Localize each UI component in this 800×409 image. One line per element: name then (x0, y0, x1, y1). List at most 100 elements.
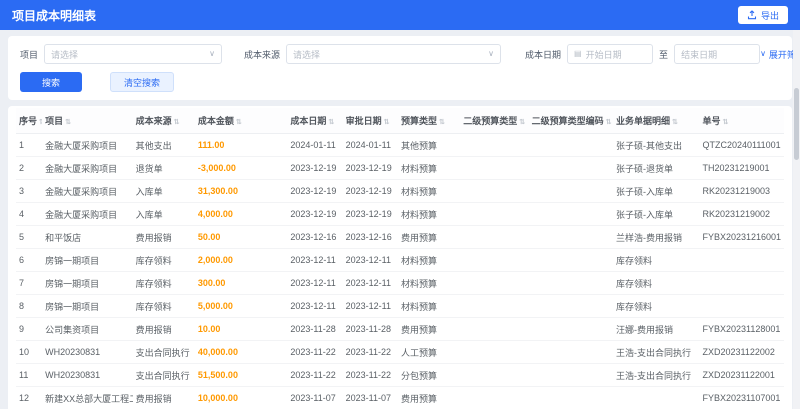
table-row[interactable]: 9 公司集资项目 费用报销 10.00 2023-11-28 2023-11-28 费用预算… (16, 317, 784, 341)
table-row[interactable]: 1 金融大厦采购项目 其他支出 111.00 2024-01-11 2024-01-11 其… (16, 133, 784, 157)
table-row[interactable]: 4 金融大厦采购项目 入库单 4,000.00 2023-12-19 2023-12-19… (16, 202, 784, 226)
cell-project: 房锦一期项目 (42, 248, 133, 272)
cell-cost-source: 退货单 (132, 156, 195, 180)
column-header-cost-source[interactable]: 成本来源 ⇅ (132, 108, 195, 134)
table-row[interactable]: 6 房锦一期项目 库存领料 2,000.00 2023-12-11 2023-12-11 材… (16, 248, 784, 272)
column-header-approval-date[interactable]: 审批日期 ⇅ (342, 108, 398, 134)
export-icon (747, 10, 757, 20)
cell-approval-date: 2023-11-28 (342, 317, 398, 341)
sort-icon[interactable]: ⇅ (439, 119, 445, 126)
cell-approval-date: 2024-01-11 (342, 133, 398, 157)
cell-project: WH20230831 (42, 340, 133, 364)
filter-panel: 项目 请选择 ∨ 成本来源 请选择 ∨ 成本日期 ▤ 开始日期 至 结束日期 ∨… (8, 36, 800, 100)
sort-icon[interactable]: ⇅ (65, 119, 71, 126)
cell-approval-date: 2023-11-07 (342, 386, 398, 409)
cell-doc-no (699, 248, 784, 272)
column-header-sub-budget-type[interactable]: 二级预算类型 ⇅ (460, 108, 529, 134)
column-label: 审批日期 (345, 116, 382, 126)
cell-cost-amount: 10.00 (194, 317, 288, 341)
export-button[interactable]: 导出 (737, 6, 788, 24)
column-header-index[interactable]: 序号⇅ (16, 108, 43, 134)
date-start-input[interactable]: ▤ 开始日期 (567, 44, 654, 64)
cell-business-doc: 张子硕-退货单 (613, 156, 700, 180)
column-header-budget-type[interactable]: 预算类型 ⇅ (397, 108, 461, 134)
column-header-business-doc[interactable]: 业务单据明细 ⇅ (613, 108, 700, 134)
cell-budget-type: 费用预算 (397, 386, 461, 409)
table-row[interactable]: 11 WH20230831 支出合同执行 51,500.00 2023-11-22 202… (16, 363, 784, 387)
cell-project: 和平饭店 (42, 225, 133, 249)
sort-icon[interactable]: ⇅ (384, 119, 390, 126)
sort-icon[interactable]: ⇅ (672, 119, 678, 126)
cost-source-select[interactable]: 请选择 ∨ (286, 44, 502, 64)
cell-cost-amount: -3,000.00 (194, 156, 288, 180)
column-label: 成本日期 (290, 116, 327, 126)
cell-business-doc: 张子硕-入库单 (613, 179, 700, 203)
date-end-input[interactable]: 结束日期 (674, 44, 761, 64)
cell-cost-date: 2023-11-22 (287, 363, 343, 387)
cell-business-doc: 库存领料 (613, 248, 700, 272)
cell-index: 4 (16, 202, 43, 226)
cell-budget-type: 材料预算 (397, 294, 461, 318)
cell-project: 金融大厦采购项目 (42, 156, 133, 180)
cell-sub-budget-type-code (528, 248, 614, 272)
table-row[interactable]: 7 房锦一期项目 库存领料 300.00 2023-12-11 2023-12-11 材料预… (16, 271, 784, 295)
cell-index: 1 (16, 133, 43, 157)
cell-approval-date: 2023-12-11 (342, 271, 398, 295)
cost-date-filter-label: 成本日期 (525, 49, 562, 60)
project-select[interactable]: 请选择 ∨ (44, 44, 223, 64)
cell-cost-date: 2023-11-07 (287, 386, 343, 409)
cell-sub-budget-type-code (528, 317, 614, 341)
sort-icon[interactable]: ⇅ (174, 119, 180, 126)
cell-sub-budget-type-code (528, 294, 614, 318)
cell-sub-budget-type (460, 179, 529, 203)
sort-icon[interactable]: ⇅ (39, 119, 42, 126)
cell-index: 5 (16, 225, 43, 249)
cell-business-doc (613, 386, 700, 409)
sort-icon[interactable]: ⇅ (519, 119, 525, 126)
column-header-doc-no[interactable]: 单号 ⇅ (699, 108, 784, 134)
table-row[interactable]: 2 金融大厦采购项目 退货单 -3,000.00 2023-12-19 2023-12-1… (16, 156, 784, 180)
table-row[interactable]: 3 金融大厦采购项目 入库单 31,300.00 2023-12-19 2023-12-1… (16, 179, 784, 203)
clear-search-button[interactable]: 清空搜索 (110, 72, 174, 92)
table-row[interactable]: 5 和平饭店 费用报销 50.00 2023-12-16 2023-12-16 费用预算 兰样… (16, 225, 784, 249)
calendar-icon: ▤ (574, 49, 582, 58)
cell-doc-no (699, 294, 784, 318)
cell-cost-amount: 2,000.00 (194, 248, 288, 272)
sort-icon[interactable]: ⇅ (328, 119, 334, 126)
cell-business-doc: 兰样浩-费用报销 (613, 225, 700, 249)
search-button[interactable]: 搜索 (20, 72, 82, 92)
vertical-scrollbar[interactable] (793, 30, 800, 409)
cell-doc-no: ZXD20231122002 (699, 340, 784, 364)
cell-approval-date: 2023-12-19 (342, 179, 398, 203)
cell-index: 2 (16, 156, 43, 180)
vertical-scrollbar-thumb[interactable] (794, 88, 799, 160)
column-header-sub-budget-type-code[interactable]: 二级预算类型编码 ⇅ (528, 108, 614, 134)
cell-cost-date: 2023-11-28 (287, 317, 343, 341)
cell-cost-date: 2023-12-11 (287, 248, 343, 272)
column-header-project[interactable]: 项目 ⇅ (42, 108, 133, 134)
sort-icon[interactable]: ⇅ (606, 119, 612, 126)
cell-cost-source: 库存领料 (132, 248, 195, 272)
cell-approval-date: 2023-12-16 (342, 225, 398, 249)
date-start-placeholder: 开始日期 (585, 49, 622, 60)
column-header-cost-amount[interactable]: 成本金额 ⇅ (194, 108, 288, 134)
column-label: 项目 (45, 116, 64, 126)
date-range-separator: 至 (659, 49, 669, 60)
sort-icon[interactable]: ⇅ (722, 119, 728, 126)
cell-approval-date: 2023-12-19 (342, 156, 398, 180)
column-label: 序号 (19, 116, 38, 126)
table-row[interactable]: 10 WH20230831 支出合同执行 40,000.00 2023-11-22 202… (16, 340, 784, 364)
table-row[interactable]: 8 房锦一期项目 库存领料 5,000.00 2023-12-11 2023-12-11 材… (16, 294, 784, 318)
cell-project: 公司集资项目 (42, 317, 133, 341)
table-row[interactable]: 12新建XX总部大厦工程二期费用报销10,000.002023-11-07202… (16, 386, 784, 409)
cell-project: WH20230831 (42, 363, 133, 387)
date-end-placeholder: 结束日期 (681, 49, 718, 60)
column-header-cost-date[interactable]: 成本日期 ⇅ (287, 108, 343, 134)
cell-business-doc: 汪娜-费用报销 (613, 317, 700, 341)
cost-table-head: 序号⇅项目⇅成本来源⇅成本金额⇅成本日期⇅审批日期⇅预算类型⇅二级预算类型⇅二级… (16, 108, 784, 134)
cell-sub-budget-type-code (528, 340, 614, 364)
cost-table-body: 1 金融大厦采购项目 其他支出 111.00 2024-01-11 2024-01-11 其… (16, 133, 784, 409)
cell-sub-budget-type-code (528, 202, 614, 226)
cell-business-doc: 张子硕-其他支出 (613, 133, 700, 157)
sort-icon[interactable]: ⇅ (236, 119, 242, 126)
